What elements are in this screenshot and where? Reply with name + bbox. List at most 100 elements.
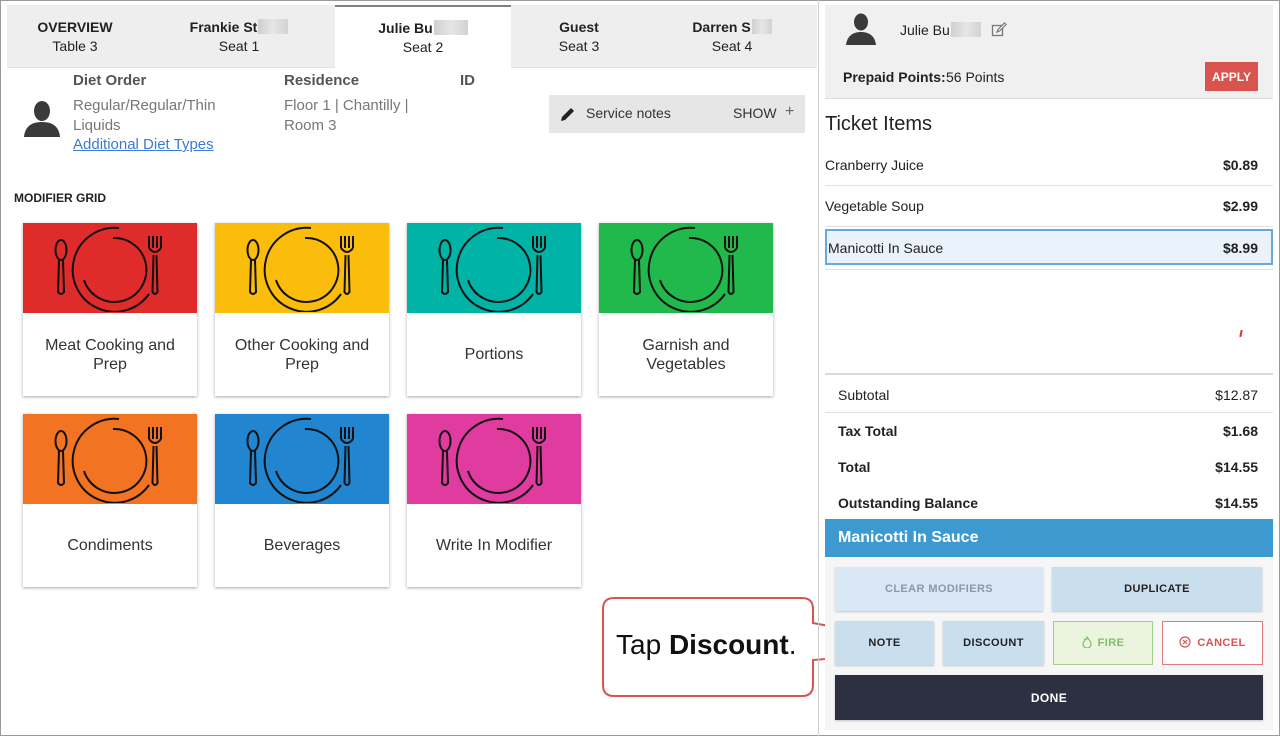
ticket-item-row[interactable]: Cranberry Juice $0.89 [825, 146, 1273, 186]
tab-title-wrap: Darren S [647, 19, 817, 37]
subtotal-row: Subtotal $12.87 [825, 377, 1273, 413]
modifier-tile[interactable]: Other Cooking and Prep [215, 223, 389, 396]
redacted-name [258, 19, 289, 34]
redacted-name [433, 20, 468, 35]
balance-value: $14.55 [1215, 495, 1258, 511]
modifier-tile[interactable]: Garnish and Vegetables [599, 223, 773, 396]
guest-header: Julie Bu Prepaid Points: 56 Points APPLY [825, 5, 1273, 99]
prepaid-points-value: 56 Points [946, 69, 1005, 85]
plate-utensils-icon [23, 223, 197, 313]
subtotal-value: $12.87 [1215, 387, 1258, 403]
tab-subtitle: Table 3 [52, 38, 98, 54]
tax-label: Tax Total [838, 423, 898, 439]
fire-label: FIRE [1097, 637, 1125, 649]
modifier-tile-label: Portions [464, 346, 524, 363]
annotation-mark [1239, 329, 1243, 338]
cancel-button[interactable]: CANCEL [1162, 621, 1263, 665]
clear-modifiers-button[interactable]: CLEAR MODIFIERS [835, 567, 1043, 611]
ticket-item-name: Cranberry Juice [825, 157, 924, 173]
service-notes-label: Service notes [586, 105, 671, 121]
note-button[interactable]: NOTE [835, 621, 934, 665]
modifier-tile[interactable]: Beverages [215, 414, 389, 587]
ticket-items-title: Ticket Items [825, 113, 933, 135]
service-notes-button[interactable]: Service notes SHOW + [549, 95, 805, 133]
balance-row: Outstanding Balance $14.55 [825, 487, 1273, 523]
plate-utensils-icon [407, 223, 581, 313]
plate-utensils-icon [215, 414, 389, 504]
ticket-item-name: Manicotti In Sauce [828, 240, 944, 256]
additional-diet-types-link[interactable]: Additional Diet Types [73, 136, 214, 153]
tab-seat-4[interactable]: Darren S Seat 4 [647, 5, 817, 68]
ticket-item-name: Vegetable Soup [825, 198, 924, 214]
plate-utensils-icon [23, 414, 197, 504]
plate-utensils-icon [599, 223, 773, 313]
ticket-list-divider [825, 269, 1273, 270]
guest-name-text: Julie Bu [900, 22, 950, 38]
total-value: $14.55 [1215, 459, 1258, 475]
ticket-item-price: $8.99 [1222, 240, 1258, 256]
total-row: Total $14.55 [825, 451, 1273, 487]
edit-icon[interactable] [991, 22, 1007, 38]
residence-label: Residence [284, 72, 360, 89]
subtotal-label: Subtotal [838, 387, 890, 403]
modifier-tile-label: Meat Cooking and Prep [45, 336, 175, 373]
tab-subtitle: Seat 1 [218, 38, 260, 54]
modifier-tile[interactable]: Portions [407, 223, 581, 396]
redacted-name [950, 22, 981, 37]
prepaid-points-label: Prepaid Points: [843, 69, 946, 85]
fire-button[interactable]: FIRE [1053, 621, 1153, 665]
tab-seat-2[interactable]: Julie Bu Seat 2 [335, 5, 511, 69]
tab-title-wrap: Frankie St [143, 19, 335, 37]
modifier-tile[interactable]: Meat Cooking and Prep [23, 223, 197, 396]
tab-subtitle: Seat 4 [711, 38, 753, 54]
ticket-item-price: $0.89 [1222, 157, 1258, 173]
redacted-name [751, 19, 772, 34]
ticket-item-row-selected[interactable]: Manicotti In Sauce $8.99 [825, 229, 1273, 265]
ticket-panel: Julie Bu Prepaid Points: 56 Points APPLY… [825, 5, 1273, 730]
ticket-item-row[interactable]: Vegetable Soup $2.99 [825, 187, 1273, 227]
tab-title: Julie Bu [378, 20, 433, 36]
modifier-tile-label: Condiments [67, 537, 153, 554]
tab-subtitle: Seat 3 [558, 38, 600, 54]
tab-overview[interactable]: OVERVIEW Table 3 [7, 5, 143, 68]
id-label: ID [460, 72, 475, 89]
tab-title: Guest [559, 19, 599, 35]
service-notes-show: SHOW [733, 105, 777, 121]
diet-order-label: Diet Order [73, 72, 147, 89]
modifier-tile[interactable]: Write In Modifier [407, 414, 581, 587]
duplicate-button[interactable]: DUPLICATE [1052, 567, 1262, 611]
callout-prefix: Tap [616, 629, 669, 660]
selected-item-bar: Manicotti In Sauce [825, 519, 1273, 557]
modifier-grid-title: MODIFIER GRID [14, 191, 106, 205]
tax-value: $1.68 [1222, 423, 1258, 439]
diet-order-value: Regular/Regular/Thin Liquids [73, 97, 216, 134]
modifier-tile[interactable]: Condiments [23, 414, 197, 587]
modifier-tile-label: Garnish and Vegetables [642, 336, 730, 373]
tab-seat-1[interactable]: Frankie St Seat 1 [143, 5, 335, 68]
guest-name: Julie Bu [900, 22, 981, 38]
callout-bold: Discount [668, 629, 789, 660]
panel-divider [818, 0, 819, 736]
total-label: Total [838, 459, 871, 475]
discount-button[interactable]: DISCOUNT [943, 621, 1044, 665]
tab-title: Frankie St [189, 19, 258, 35]
item-actions: CLEAR MODIFIERS DUPLICATE NOTE DISCOUNT … [825, 557, 1273, 730]
apply-points-button[interactable]: APPLY [1205, 62, 1258, 91]
tax-row: Tax Total $1.68 [825, 415, 1273, 451]
done-button[interactable]: DONE [835, 675, 1263, 720]
modifier-tile-label: Beverages [263, 537, 341, 554]
tab-seat-3[interactable]: Guest Seat 3 [511, 5, 647, 68]
instruction-callout: Tap Discount. [602, 597, 951, 697]
tab-subtitle: Seat 2 [402, 39, 444, 55]
tab-title: OVERVIEW [37, 19, 113, 35]
tab-title: Darren S [692, 19, 751, 35]
resident-avatar-icon [24, 101, 60, 137]
ticket-item-price: $2.99 [1222, 198, 1258, 214]
modifier-tile-label: Other Cooking and Prep [234, 336, 370, 373]
seat-tabs: OVERVIEW Table 3 Frankie St Seat 1 Julie… [7, 5, 817, 69]
guest-avatar-icon [846, 13, 876, 45]
order-panel: OVERVIEW Table 3 Frankie St Seat 1 Julie… [7, 5, 951, 730]
pencil-icon [561, 108, 574, 121]
flame-icon [1082, 634, 1092, 651]
callout-text: Tap Discount. [616, 629, 806, 661]
